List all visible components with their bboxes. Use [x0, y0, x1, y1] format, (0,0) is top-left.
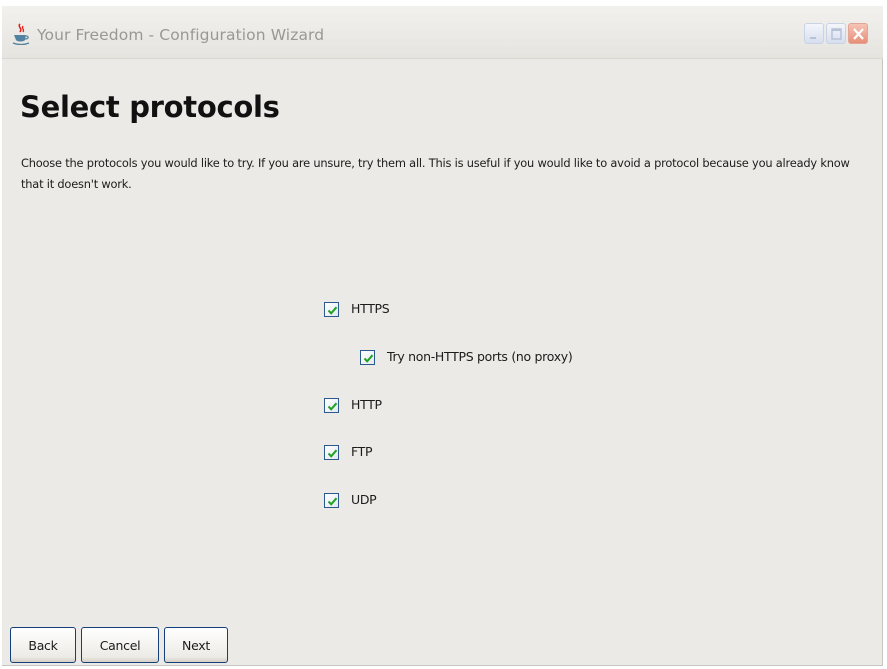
udp-label[interactable]: UDP — [351, 492, 377, 507]
cancel-button[interactable]: Cancel — [81, 627, 159, 663]
minimize-button[interactable] — [804, 23, 824, 44]
https-label[interactable]: HTTPS — [351, 301, 390, 316]
ftp-label[interactable]: FTP — [351, 444, 373, 459]
checkmark-icon — [327, 306, 338, 315]
http-label[interactable]: HTTP — [351, 397, 382, 412]
wizard-window: Your Freedom - Configuration Wizard Sele… — [2, 6, 883, 666]
checkmark-icon — [327, 497, 338, 506]
checkmark-icon — [363, 354, 374, 363]
maximize-icon — [831, 28, 842, 40]
java-cup-icon — [12, 23, 30, 45]
udp-checkbox[interactable] — [324, 493, 339, 508]
close-button[interactable] — [848, 23, 868, 44]
close-icon — [853, 28, 864, 40]
back-button[interactable]: Back — [10, 627, 76, 663]
http-checkbox[interactable] — [324, 398, 339, 413]
window-title: Your Freedom - Configuration Wizard — [37, 26, 325, 44]
checkmark-icon — [327, 449, 338, 458]
next-button[interactable]: Next — [164, 627, 228, 663]
non-https-ports-label[interactable]: Try non-HTTPS ports (no proxy) — [387, 349, 573, 364]
https-checkbox[interactable] — [324, 302, 339, 317]
non-https-ports-checkbox[interactable] — [360, 350, 375, 365]
minimize-icon — [810, 37, 816, 39]
page-title: Select protocols — [20, 90, 280, 124]
ftp-checkbox[interactable] — [324, 445, 339, 460]
maximize-button[interactable] — [826, 23, 846, 44]
title-bar[interactable]: Your Freedom - Configuration Wizard — [2, 6, 883, 59]
page-description: Choose the protocols you would like to t… — [21, 156, 850, 191]
checkmark-icon — [327, 402, 338, 411]
